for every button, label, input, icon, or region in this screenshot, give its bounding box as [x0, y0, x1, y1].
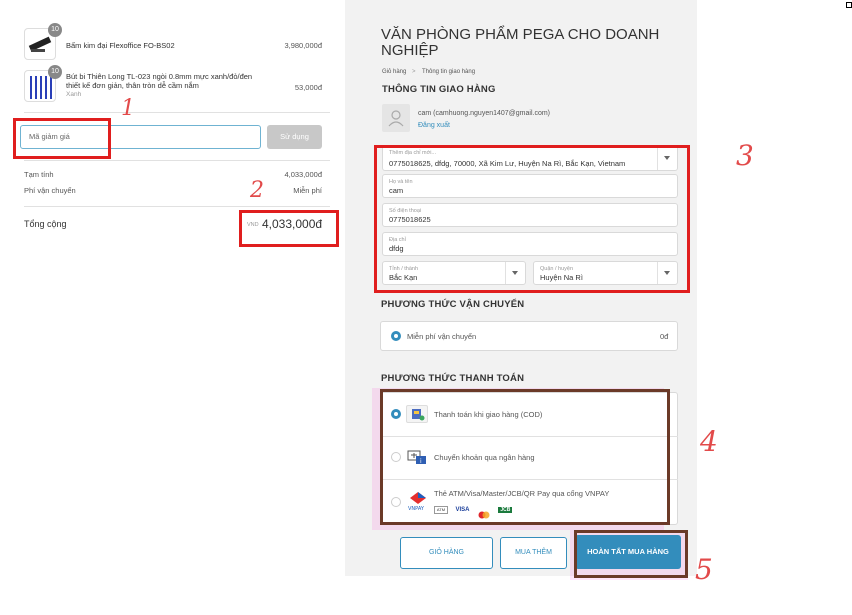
annotation-number-3: 3 [736, 139, 754, 172]
annotation-number-2: 2 [250, 178, 264, 203]
shipping-option-price: 0đ [660, 332, 669, 341]
product-price: 3,980,000đ [284, 41, 322, 50]
annotation-number-5: 5 [695, 553, 713, 586]
logout-link[interactable]: Đăng xuất [418, 122, 450, 129]
payment-method-title: PHƯƠNG THỨC THANH TOÁN [381, 373, 525, 384]
annotation-box-5 [574, 530, 688, 578]
quantity-badge: 10 [48, 23, 62, 37]
product-name-line: thiết kế đơn giản, thân tròn dễ cầm nắm [66, 81, 199, 90]
breadcrumb-cart[interactable]: Giỏ hàng [382, 69, 406, 75]
shop-title-line: NGHIỆP [381, 42, 439, 59]
quantity-badge: 10 [48, 65, 62, 79]
product-name: Bấm kim đại Flexoffice FO-BS02 [66, 41, 175, 50]
user-icon [388, 110, 404, 127]
divider [24, 112, 330, 113]
shipping-option-label: Miễn phí vận chuyển [407, 332, 477, 341]
total-label: Tổng cộng [24, 219, 67, 229]
shop-title-line: VĂN PHÒNG PHẨM PEGA CHO DOANH [381, 26, 660, 43]
breadcrumb-current: Thông tin giao hàng [422, 69, 476, 75]
annotation-number-4: 4 [700, 425, 718, 458]
annotation-box-2 [239, 210, 339, 247]
apply-coupon-button[interactable]: Sử dụng [267, 125, 322, 149]
back-to-cart-button[interactable]: GIỎ HÀNG [400, 537, 493, 569]
product-variant: Xanh [66, 91, 82, 98]
annotation-number-1: 1 [121, 96, 135, 121]
breadcrumb-separator: > [412, 69, 416, 75]
product-price: 53,000đ [294, 83, 322, 92]
selection-handle [846, 2, 852, 8]
shipping-radio[interactable] [391, 331, 401, 341]
shipping-fee-label: Phí vận chuyển [24, 186, 76, 195]
divider [24, 160, 330, 161]
avatar [382, 104, 410, 132]
account-email: cam (camhuong.nguyen1407@gmail.com) [418, 110, 551, 117]
divider [24, 206, 330, 207]
annotation-box-4 [380, 389, 670, 525]
shipping-info-title: THÔNG TIN GIAO HÀNG [382, 84, 496, 95]
shop-title: VĂN PHÒNG PHẨM PEGA CHO DOANH NGHIỆP [381, 27, 681, 59]
shipping-method-title: PHƯƠNG THỨC VẬN CHUYỂN [381, 299, 525, 310]
annotation-box-3 [374, 145, 690, 293]
subtotal-label: Tạm tính [24, 170, 54, 179]
annotation-box-1 [13, 118, 111, 159]
continue-shopping-button[interactable]: MUA THÊM [500, 537, 567, 569]
